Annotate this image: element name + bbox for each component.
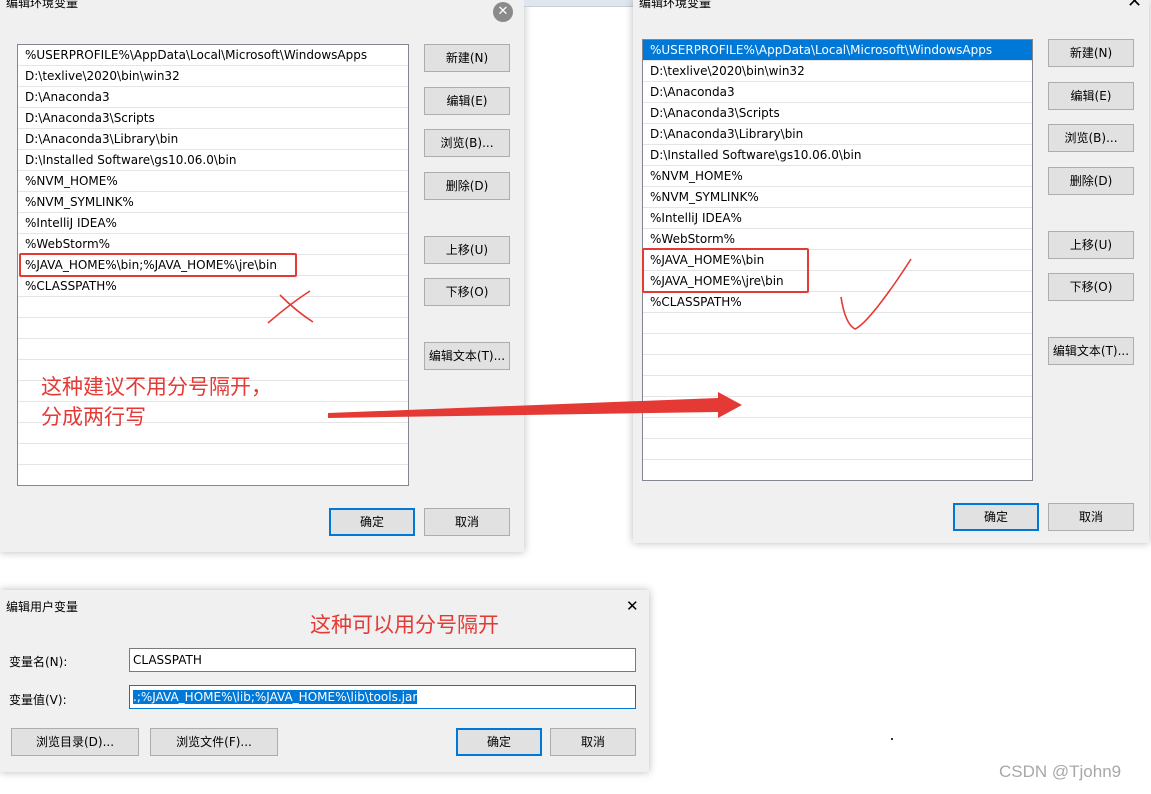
cancel-button[interactable]: 取消 bbox=[550, 728, 636, 756]
var-value-label: 变量值(V): bbox=[9, 693, 67, 707]
browse-file-button[interactable]: 浏览文件(F)... bbox=[150, 728, 278, 756]
var-name-label: 变量名(N): bbox=[9, 655, 68, 669]
dialog-title: 编辑用户变量 bbox=[6, 600, 79, 614]
browse-dir-button[interactable]: 浏览目录(D)... bbox=[11, 728, 139, 756]
var-name-input[interactable]: CLASSPATH bbox=[129, 648, 636, 672]
watermark: CSDN @Tjohn9 bbox=[999, 762, 1122, 781]
var-value-selected-text: .;%JAVA_HOME%\lib;%JAVA_HOME%\lib\tools.… bbox=[133, 690, 418, 704]
edit-user-var-dialog: 编辑用户变量 ✕ 变量名(N): CLASSPATH 变量值(V): .;%JA… bbox=[0, 590, 649, 772]
ok-button[interactable]: 确定 bbox=[456, 728, 542, 756]
annotation-bottom: 这种可以用分号隔开 bbox=[310, 613, 499, 637]
stray-dot bbox=[891, 738, 893, 740]
var-value-input[interactable]: .;%JAVA_HOME%\lib;%JAVA_HOME%\lib\tools.… bbox=[129, 685, 636, 709]
close-icon[interactable]: ✕ bbox=[626, 597, 639, 615]
